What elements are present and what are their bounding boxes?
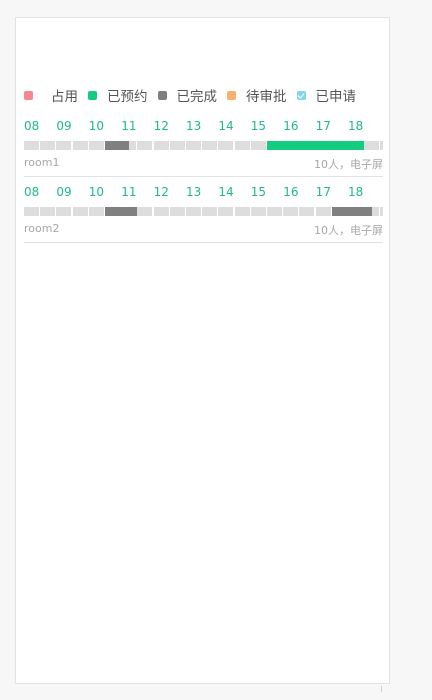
- occupied-swatch-icon: [24, 90, 33, 100]
- hour-label: 13: [186, 119, 202, 133]
- booking-bar-done[interactable]: [105, 207, 138, 216]
- hour-label: 17: [315, 119, 331, 133]
- time-slot[interactable]: [380, 207, 383, 216]
- time-slot[interactable]: [202, 207, 218, 216]
- time-slot[interactable]: [137, 141, 153, 150]
- legend-item-booked: 已预约: [88, 85, 148, 105]
- time-slot[interactable]: [218, 141, 234, 150]
- hour-label: 14: [218, 119, 234, 133]
- hour-label: 12: [153, 119, 169, 133]
- time-slot[interactable]: [40, 141, 56, 150]
- time-slot[interactable]: [364, 141, 380, 150]
- time-slot[interactable]: [24, 207, 39, 216]
- time-slot[interactable]: [169, 141, 185, 150]
- time-slot[interactable]: [56, 207, 72, 216]
- hour-label: 09: [56, 119, 72, 133]
- hour-label: 10: [88, 119, 105, 133]
- hour-label: 13: [186, 185, 202, 199]
- time-slot[interactable]: [88, 207, 104, 216]
- booking-panel: 占用 已预约 已完成 待审批 已申请 08 09 10 11 12 13 14 15 16 17 1…: [15, 17, 390, 684]
- time-slot[interactable]: [169, 207, 185, 216]
- legend-item-pending: 待审批: [227, 85, 287, 105]
- hour-label: 14: [218, 185, 234, 199]
- room-row[interactable]: 08 09 10 11 12 13 14 15 16 17 18 room2 10人，电子屏: [24, 185, 383, 243]
- hour-labels: 08 09 10 11 12 13 14 15 16 17 18: [24, 185, 383, 199]
- hour-label: 18: [348, 185, 364, 199]
- hour-label: 18: [348, 119, 364, 133]
- hour-label: 09: [56, 185, 72, 199]
- hour-label: 11: [121, 119, 137, 133]
- time-slot[interactable]: [72, 207, 88, 216]
- time-slot[interactable]: [186, 141, 201, 150]
- checkbox-checked-icon: [296, 90, 306, 100]
- time-slot[interactable]: [315, 207, 331, 216]
- room-info: room2 10人，电子屏: [24, 220, 383, 242]
- hour-labels: 08 09 10 11 12 13 14 15 16 17 18: [24, 119, 383, 133]
- time-slot[interactable]: [234, 207, 250, 216]
- time-slot[interactable]: [153, 207, 169, 216]
- booking-bar-booked[interactable]: [267, 141, 365, 150]
- hour-label: 11: [121, 185, 137, 199]
- time-track[interactable]: [24, 141, 383, 150]
- booking-bar-done[interactable]: [331, 207, 373, 216]
- time-slot[interactable]: [283, 207, 299, 216]
- time-slot[interactable]: [137, 207, 153, 216]
- booked-swatch-icon: [88, 90, 97, 100]
- room-name: room1: [24, 156, 60, 169]
- room-info: room1 10人，电子屏: [24, 154, 383, 176]
- time-slot[interactable]: [299, 207, 315, 216]
- legend-label-pending: 待审批: [246, 89, 287, 105]
- time-slot[interactable]: [40, 207, 56, 216]
- pending-swatch-icon: [227, 90, 236, 100]
- time-slot[interactable]: [234, 141, 250, 150]
- room-capacity: 10人，电子屏: [314, 224, 383, 237]
- legend-label-occupied: 占用: [51, 89, 78, 105]
- time-slot[interactable]: [380, 141, 383, 150]
- legend-label-applied: 已申请: [315, 89, 357, 105]
- hour-label: 12: [153, 185, 169, 199]
- legend-item-occupied: 占用: [24, 85, 78, 105]
- done-swatch-icon: [157, 90, 167, 100]
- time-slot[interactable]: [250, 141, 266, 150]
- time-slot[interactable]: [24, 141, 39, 150]
- room-row[interactable]: 08 09 10 11 12 13 14 15 16 17 18 room1 10人，电子屏: [24, 119, 383, 177]
- time-slot[interactable]: [56, 141, 72, 150]
- hour-label: 15: [250, 119, 267, 133]
- time-slot[interactable]: [153, 141, 169, 150]
- hour-label: 15: [250, 185, 267, 199]
- legend-item-applied: 已申请: [296, 85, 357, 105]
- status-legend: 占用 已预约 已完成 待审批 已申请: [24, 85, 381, 105]
- hour-label: 08: [24, 185, 40, 199]
- row-divider: [24, 176, 383, 177]
- hour-label: 17: [315, 185, 331, 199]
- legend-item-done: 已完成: [157, 85, 218, 105]
- time-slot[interactable]: [218, 207, 234, 216]
- hour-label: 08: [24, 119, 40, 133]
- room-name: room2: [24, 222, 60, 235]
- resize-grip-icon: [381, 686, 382, 692]
- time-slot[interactable]: [88, 141, 104, 150]
- booking-bar-done[interactable]: [105, 141, 130, 150]
- hour-label: 10: [88, 185, 105, 199]
- row-divider: [24, 242, 383, 243]
- time-slot[interactable]: [202, 141, 218, 150]
- time-slot[interactable]: [250, 207, 266, 216]
- hour-label: 16: [283, 119, 299, 133]
- room-capacity: 10人，电子屏: [314, 158, 383, 171]
- time-slot[interactable]: [72, 141, 88, 150]
- time-track[interactable]: [24, 207, 383, 216]
- time-slot[interactable]: [267, 207, 282, 216]
- legend-label-done: 已完成: [176, 89, 218, 105]
- legend-label-booked: 已预约: [107, 89, 148, 105]
- time-slot[interactable]: [186, 207, 201, 216]
- hour-label: 16: [283, 185, 299, 199]
